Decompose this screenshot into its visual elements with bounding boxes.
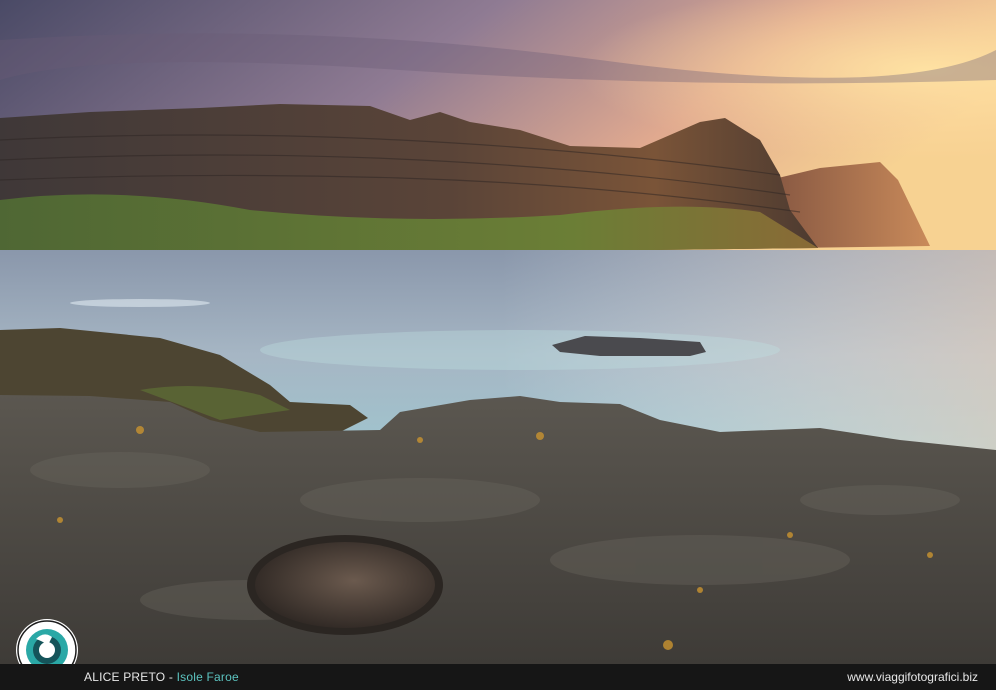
author-name: ALICE PRETO (84, 670, 166, 684)
credit-separator: - (165, 670, 177, 684)
photo-credit: ALICE PRETO - Isole Faroe (84, 670, 239, 684)
landscape-photo (0, 0, 996, 664)
photo-canvas (0, 0, 996, 664)
website-link[interactable]: www.viaggifotografici.biz (847, 670, 978, 684)
photo-footer: ALICE PRETO - Isole Faroe www.viaggifoto… (0, 664, 996, 690)
photo-location: Isole Faroe (176, 670, 239, 684)
